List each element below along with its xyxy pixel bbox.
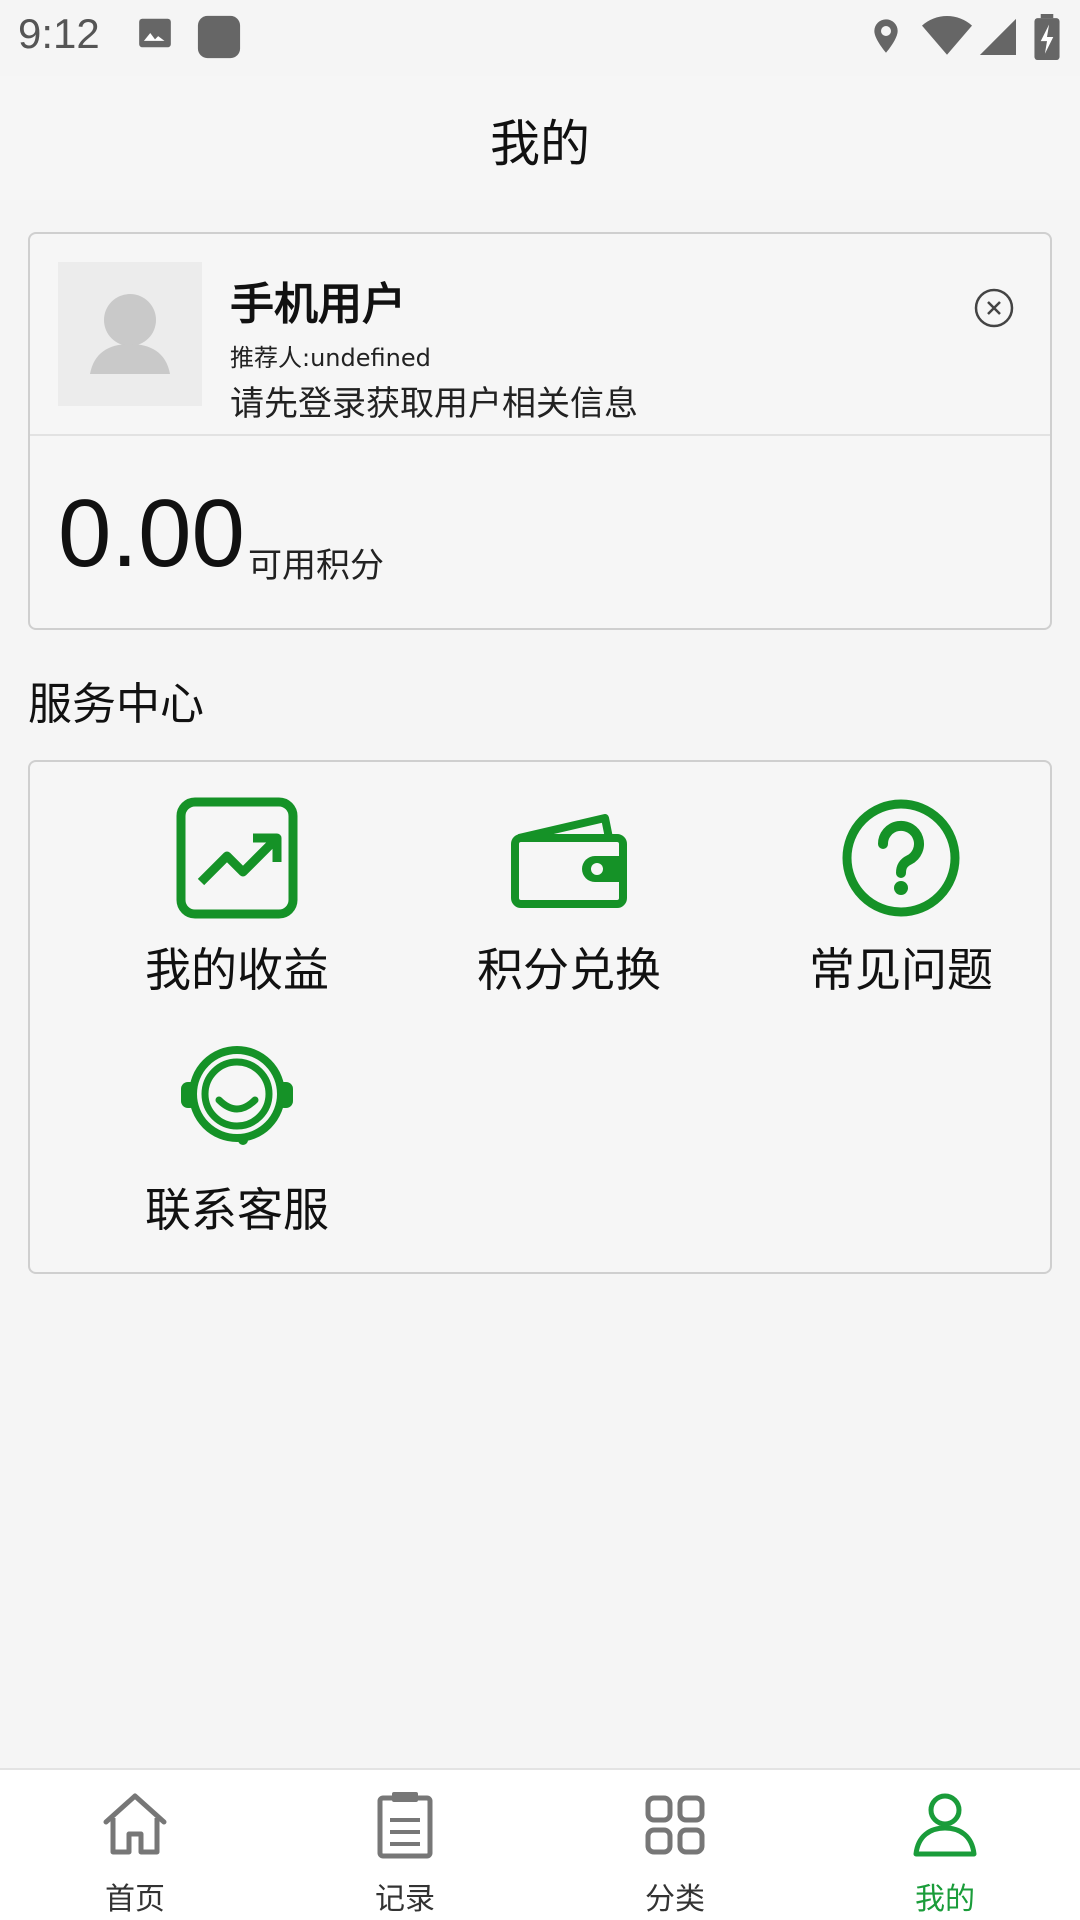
service-label: 我的收益 [145, 943, 329, 997]
user-card: 手机用户 推荐人:undefined 请先登录获取用户相关信息 0.00 可用积… [28, 232, 1052, 630]
user-icon [910, 1790, 980, 1860]
status-time: 9:12 [18, 10, 100, 57]
nav-item-categories[interactable]: 分类 [540, 1770, 810, 1920]
app-header: 我的 [0, 76, 1080, 200]
service-faq[interactable]: 常见问题 [734, 762, 1068, 997]
service-label: 常见问题 [809, 943, 993, 997]
points-label: 可用积分 [248, 546, 384, 586]
user-name: 手机用户 [230, 279, 406, 330]
service-points-exchange[interactable]: 积分兑换 [402, 762, 736, 997]
wifi-icon [922, 14, 972, 62]
referrer-text: 推荐人:undefined [230, 344, 431, 372]
service-label: 积分兑换 [477, 943, 661, 997]
page-title: 我的 [490, 115, 590, 173]
home-icon [100, 1790, 170, 1860]
bottom-nav: 首页 记录 分类 我的 [0, 1768, 1080, 1920]
app-notification-icon [196, 14, 242, 64]
close-icon[interactable] [974, 288, 1014, 328]
nav-label: 首页 [105, 1882, 165, 1917]
question-icon [839, 796, 963, 920]
default-avatar-icon [90, 294, 170, 374]
wallet-icon [507, 796, 631, 920]
image-icon [136, 14, 174, 56]
service-contact-support[interactable]: 联系客服 [70, 1002, 404, 1237]
points-value: 0.00 [58, 480, 245, 587]
status-bar: 9:12 [0, 0, 1080, 76]
headset-icon [175, 1036, 299, 1160]
grid-icon [640, 1790, 710, 1860]
nav-item-home[interactable]: 首页 [0, 1770, 270, 1920]
nav-item-records[interactable]: 记录 [270, 1770, 540, 1920]
signal-icon [978, 14, 1016, 62]
section-title-services: 服务中心 [28, 679, 204, 730]
service-label: 联系客服 [145, 1183, 329, 1237]
card-divider [30, 434, 1050, 436]
services-card: 我的收益 积分兑换 常见问题 联系客服 [28, 760, 1052, 1274]
clipboard-icon [370, 1790, 440, 1860]
avatar[interactable] [58, 262, 202, 406]
nav-label: 分类 [645, 1882, 705, 1917]
nav-label: 我的 [915, 1882, 975, 1917]
login-hint[interactable]: 请先登录获取用户相关信息 [230, 376, 638, 425]
chart-trend-icon [175, 796, 299, 920]
nav-item-mine[interactable]: 我的 [810, 1770, 1080, 1920]
nav-label: 记录 [375, 1882, 435, 1917]
battery-icon [1034, 14, 1060, 64]
location-icon [866, 14, 906, 62]
service-my-earnings[interactable]: 我的收益 [70, 762, 404, 997]
